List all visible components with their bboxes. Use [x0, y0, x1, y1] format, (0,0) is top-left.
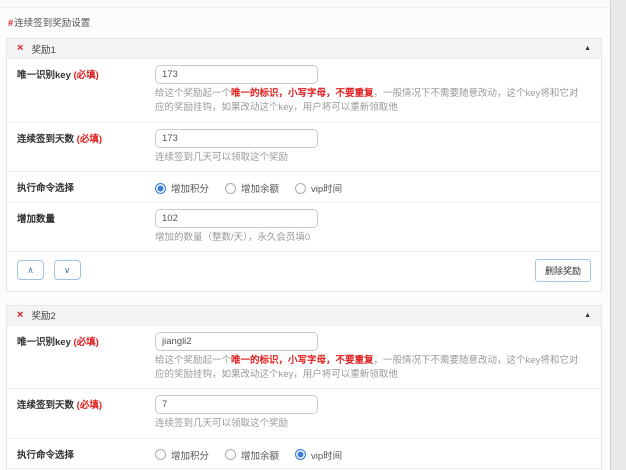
radio-add-points[interactable]: 增加积分 [155, 448, 209, 462]
signin-days-input[interactable] [155, 129, 318, 148]
remove-reward-icon[interactable]: × [17, 43, 23, 54]
unique-key-label-text: 唯一识别key [17, 70, 71, 81]
reward-1-header[interactable]: × 奖励1 ▲ [7, 39, 601, 59]
signin-days-help: 连续签到几天可以领取这个奖励 [155, 417, 591, 431]
signin-days-label-text: 连续签到天数 [17, 400, 74, 411]
collapse-up-icon[interactable]: ▲ [584, 312, 591, 319]
radio-add-balance-input[interactable] [225, 449, 236, 460]
radio-add-points-input[interactable] [155, 449, 166, 460]
radio-add-balance-input[interactable] [225, 183, 236, 194]
radio-vip-time-input[interactable] [295, 449, 306, 460]
reorder-buttons: ∧ ∨ [17, 260, 88, 280]
reward-1-title: 奖励1 [31, 42, 55, 56]
unique-key-input[interactable] [155, 65, 318, 84]
move-down-button[interactable]: ∨ [54, 260, 81, 280]
required-hash-mark: # [8, 18, 13, 29]
unique-key-row: 唯一识别key (必填) 给这个奖励起一个唯一的标识，小写字母，不要重复，一般情… [7, 326, 601, 390]
signin-days-label-text: 连续签到天数 [17, 134, 74, 145]
signin-days-row: 连续签到天数 (必填) 连续签到几天可以领取这个奖励 [7, 389, 601, 438]
radio-vip-time-label: vip时间 [311, 181, 342, 195]
unique-key-help: 给这个奖励起一个唯一的标识，小写字母，不要重复，一般情况下不需要随意改动，这个k… [155, 354, 591, 383]
unique-key-label: 唯一识别key (必填) [17, 65, 155, 116]
signin-days-label: 连续签到天数 (必填) [17, 129, 155, 165]
unique-key-label-text: 唯一识别key [17, 337, 71, 348]
radio-vip-time[interactable]: vip时间 [295, 448, 342, 462]
help-prefix: 给这个奖励起一个 [155, 88, 231, 99]
move-up-button[interactable]: ∧ [17, 260, 44, 280]
command-row: 执行命令选择 增加积分 增加余额 vip时间 [7, 439, 601, 470]
command-label: 执行命令选择 [17, 178, 155, 196]
help-bold: 唯一的标识，小写字母，不要重复 [231, 88, 374, 99]
reward-1-footer: ∧ ∨ 删除奖励 [7, 252, 601, 291]
radio-add-points-input[interactable] [155, 183, 166, 194]
reward-2-header[interactable]: × 奖励2 ▲ [7, 306, 601, 326]
radio-add-points-label: 增加积分 [171, 448, 209, 462]
reward-card-1: × 奖励1 ▲ 唯一识别key (必填) 给这个奖励起一个唯一的标识，小写字母，… [6, 38, 602, 292]
amount-help: 增加的数量（整数/天），永久会员填0 [155, 231, 591, 245]
command-radio-group: 增加积分 增加余额 vip时间 [155, 445, 591, 463]
radio-add-points-label: 增加积分 [171, 181, 209, 195]
required-badge: (必填) [74, 337, 99, 348]
command-row: 执行命令选择 增加积分 增加余额 vip时间 [7, 172, 601, 203]
signin-days-input[interactable] [155, 395, 318, 414]
collapse-up-icon[interactable]: ▲ [584, 45, 591, 52]
unique-key-label: 唯一识别key (必填) [17, 332, 155, 383]
amount-row: 增加数量 增加的数量（整数/天），永久会员填0 [7, 203, 601, 252]
required-badge: (必填) [77, 400, 102, 411]
unique-key-row: 唯一识别key (必填) 给这个奖励起一个唯一的标识，小写字母，不要重复，一般情… [7, 59, 601, 123]
radio-add-balance[interactable]: 增加余额 [225, 181, 279, 195]
chevron-down-icon: ∨ [64, 265, 71, 275]
chevron-up-icon: ∧ [27, 265, 34, 275]
signin-days-row: 连续签到天数 (必填) 连续签到几天可以领取这个奖励 [7, 123, 601, 172]
unique-key-help: 给这个奖励起一个唯一的标识，小写字母，不要重复，一般情况下不需要随意改动，这个k… [155, 87, 591, 116]
delete-reward-button[interactable]: 删除奖励 [535, 259, 591, 282]
signin-days-help: 连续签到几天可以领取这个奖励 [155, 151, 591, 165]
reward-2-body: 唯一识别key (必填) 给这个奖励起一个唯一的标识，小写字母，不要重复，一般情… [7, 326, 601, 470]
amount-input[interactable] [155, 209, 318, 228]
remove-reward-icon[interactable]: × [17, 310, 23, 321]
top-strip [0, 0, 610, 8]
reward-1-body: 唯一识别key (必填) 给这个奖励起一个唯一的标识，小写字母，不要重复，一般情… [7, 59, 601, 291]
command-radio-group: 增加积分 增加余额 vip时间 [155, 178, 591, 196]
unique-key-input[interactable] [155, 332, 318, 351]
page-title: #连续签到奖励设置 [0, 8, 610, 38]
radio-add-balance-label: 增加余额 [241, 181, 279, 195]
radio-vip-time[interactable]: vip时间 [295, 181, 342, 195]
radio-vip-time-label: vip时间 [311, 448, 342, 462]
radio-add-balance-label: 增加余额 [241, 448, 279, 462]
help-prefix: 给这个奖励起一个 [155, 355, 231, 366]
page-title-text: 连续签到奖励设置 [14, 18, 90, 29]
reward-card-2: × 奖励2 ▲ 唯一识别key (必填) 给这个奖励起一个唯一的标识，小写字母，… [6, 305, 602, 470]
radio-add-balance[interactable]: 增加余额 [225, 448, 279, 462]
amount-label: 增加数量 [17, 209, 155, 245]
signin-days-label: 连续签到天数 (必填) [17, 395, 155, 431]
page: #连续签到奖励设置 × 奖励1 ▲ 唯一识别key (必填) 给这个奖励起一个唯… [0, 0, 611, 470]
radio-add-points[interactable]: 增加积分 [155, 181, 209, 195]
reward-2-title: 奖励2 [31, 308, 55, 322]
radio-vip-time-input[interactable] [295, 183, 306, 194]
required-badge: (必填) [74, 70, 99, 81]
help-bold: 唯一的标识，小写字母，不要重复 [231, 355, 374, 366]
required-badge: (必填) [77, 134, 102, 145]
command-label: 执行命令选择 [17, 445, 155, 463]
